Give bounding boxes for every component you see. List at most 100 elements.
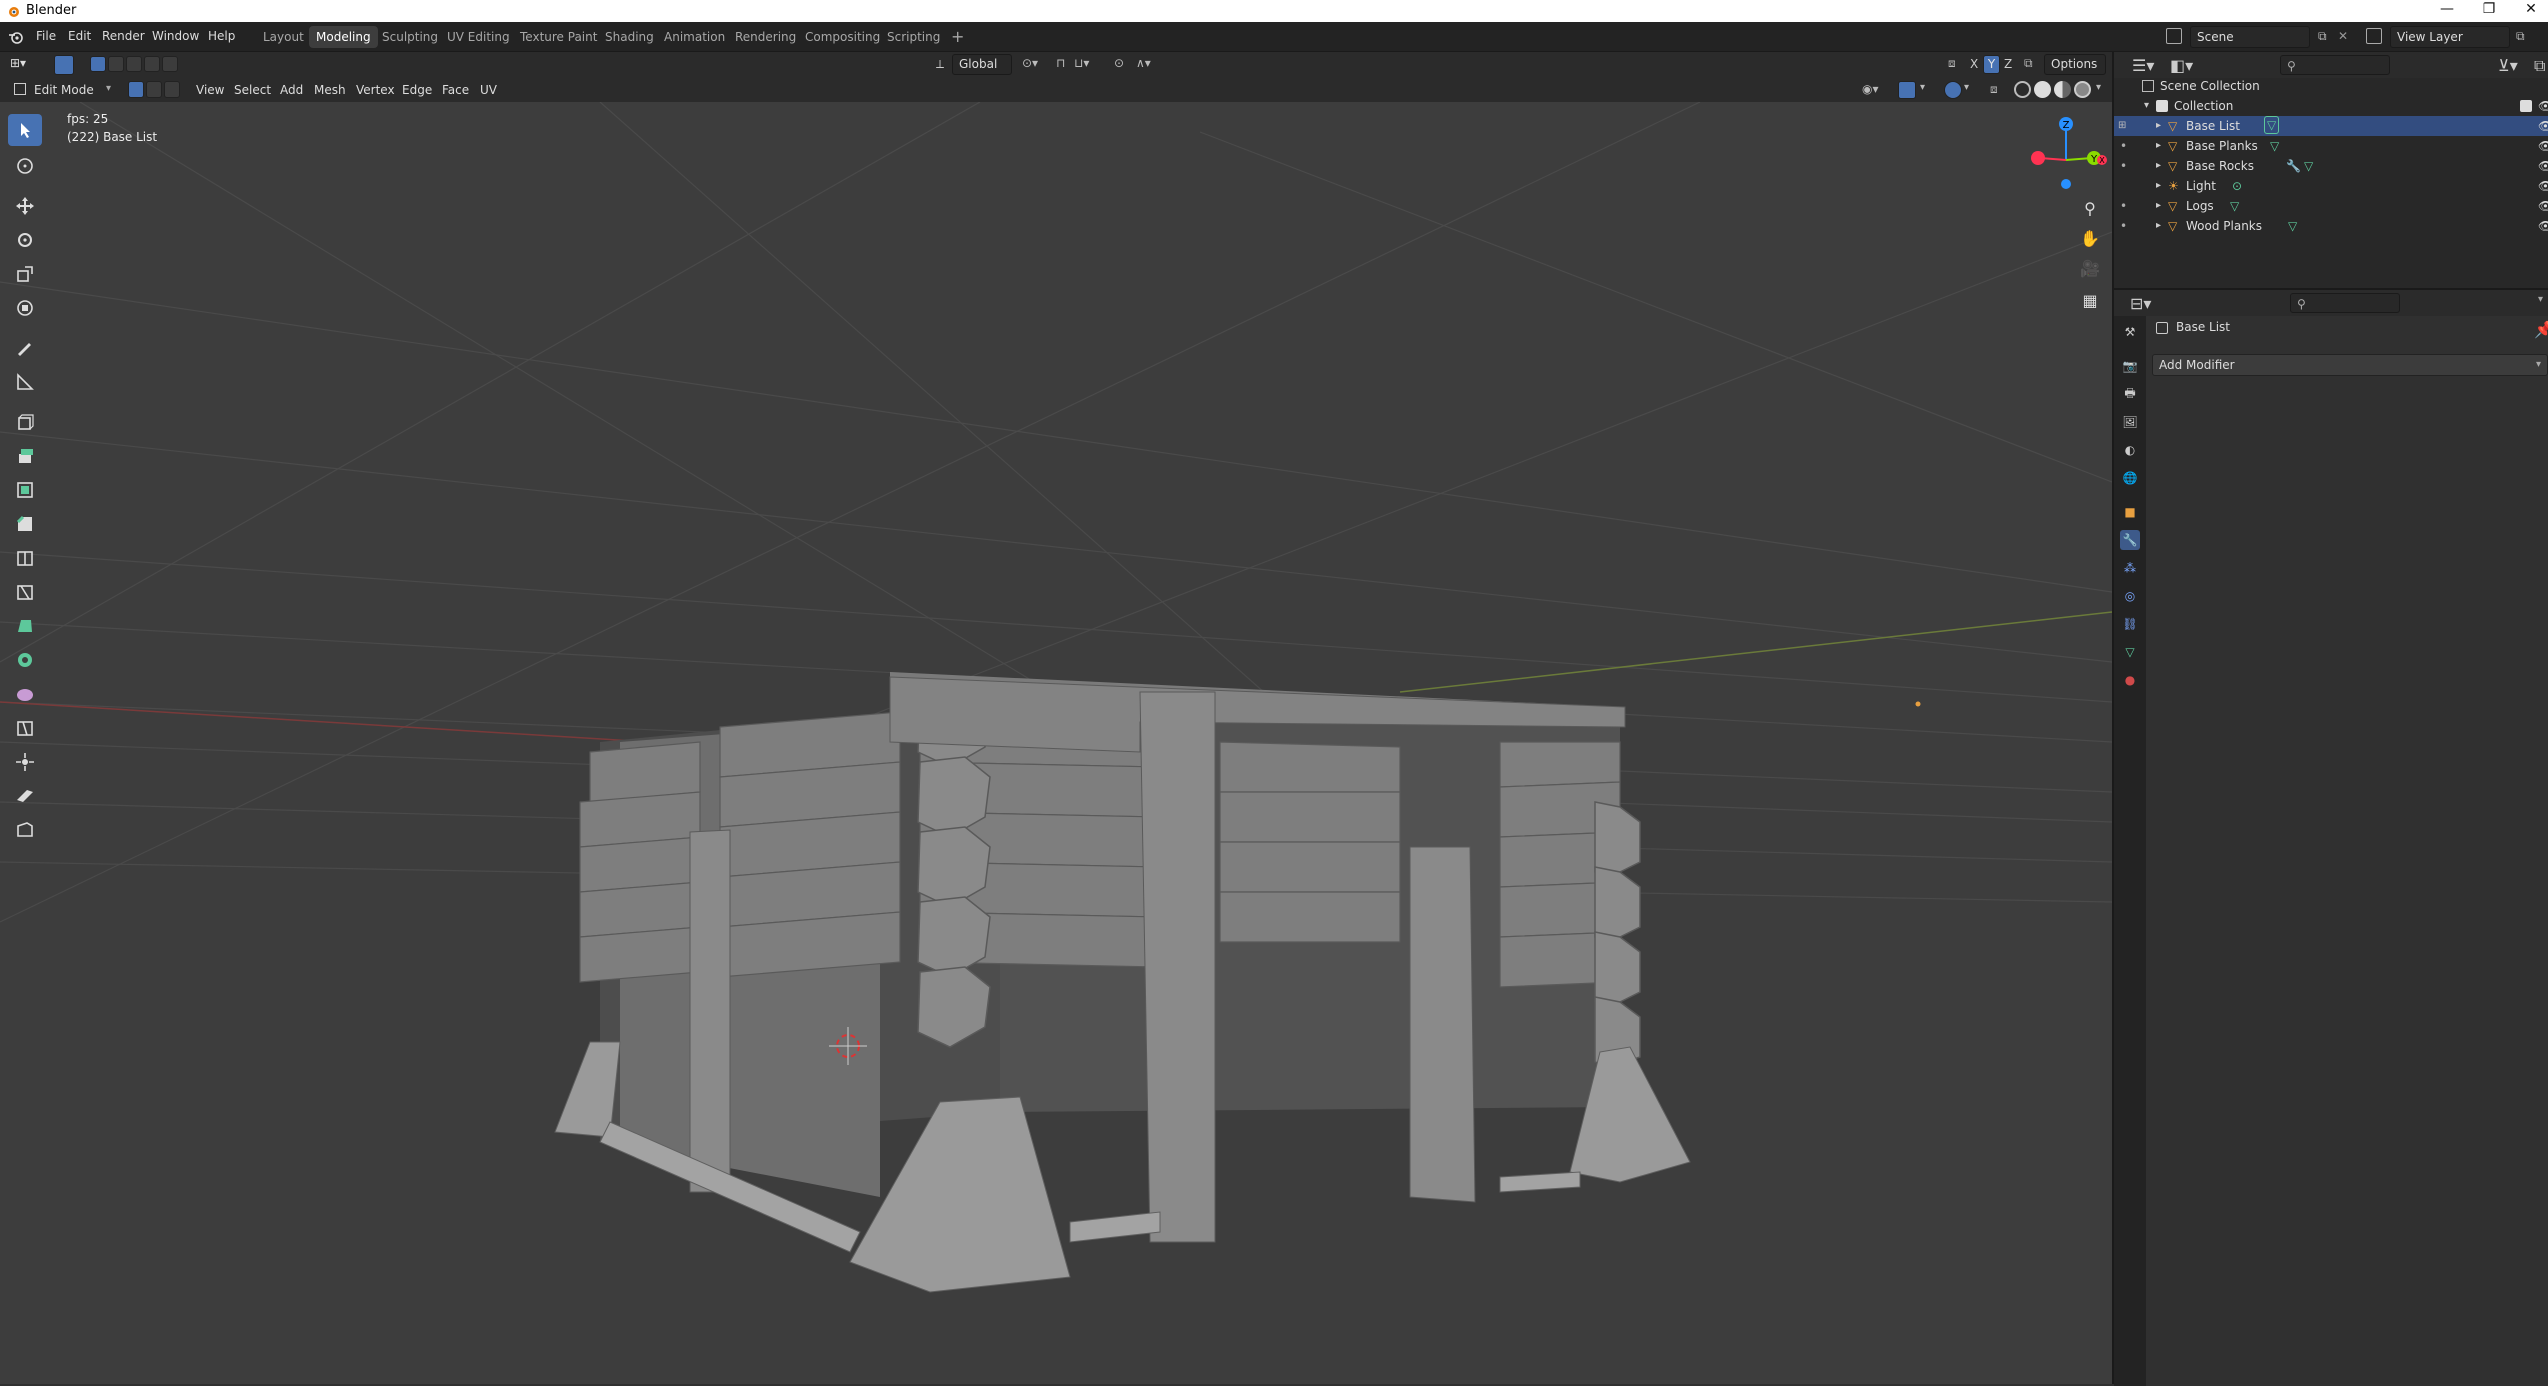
view-layer-field[interactable]: View Layer <box>2390 26 2510 48</box>
outliner-item-base-rocks[interactable]: • ▸ ▽ Base Rocks 🔧 ▽ 👁 <box>2114 156 2548 176</box>
editor-type-icon[interactable]: ⊞▾ <box>10 56 26 70</box>
blender-menu-icon[interactable] <box>8 29 24 45</box>
tool-cursor[interactable] <box>8 150 42 182</box>
tool-add-cube[interactable] <box>8 406 42 438</box>
view-layer-icon[interactable] <box>2366 28 2382 44</box>
menu-file[interactable]: File <box>36 29 56 43</box>
scene-icon[interactable] <box>2166 28 2182 44</box>
tab-animation[interactable]: Animation <box>657 26 732 48</box>
axis-z-toggle[interactable]: Z <box>2004 57 2012 71</box>
camera-view-icon[interactable]: 🎥 <box>2076 254 2104 282</box>
tab-uv-editing[interactable]: UV Editing <box>440 26 517 48</box>
outliner-item-logs[interactable]: • ▸ ▽ Logs ▽ 👁 <box>2114 196 2548 216</box>
filter-icon[interactable]: ⊻▾ <box>2498 56 2518 75</box>
collection-row[interactable]: ▾ Collection 👁 <box>2114 96 2548 116</box>
tool-measure[interactable] <box>8 366 42 398</box>
delete-scene-icon[interactable]: ✕ <box>2338 29 2348 43</box>
mode-chevron-down-icon[interactable]: ▾ <box>106 83 111 94</box>
mode-dropdown[interactable]: Edit Mode <box>34 83 94 97</box>
tab-shading[interactable]: Shading <box>598 26 661 48</box>
solid-shading-icon[interactable] <box>2034 81 2051 98</box>
menu-vertex[interactable]: Vertex <box>356 83 395 97</box>
navigation-gizmo[interactable]: Z Y X <box>2028 112 2108 192</box>
shading-dropdown-icon[interactable]: ▾ <box>2096 82 2101 93</box>
minimize-button[interactable]: — <box>2432 1 2462 21</box>
xray-icon[interactable]: ⧈ <box>1990 82 1998 97</box>
add-modifier-button[interactable]: Add Modifier ▾ <box>2152 354 2548 376</box>
axis-x-toggle[interactable]: X <box>1970 57 1978 71</box>
particles-icon[interactable]: ⁂ <box>2120 558 2140 578</box>
collection-expand-icon[interactable]: ▾ <box>2144 96 2149 116</box>
select-box-tool-icon[interactable] <box>54 55 74 75</box>
select-mode-new-icon[interactable] <box>90 56 106 72</box>
new-collection-icon[interactable]: ⧉ <box>2534 56 2545 76</box>
display-mode-icon[interactable]: ◧▾ <box>2170 56 2193 75</box>
vertex-select-icon[interactable] <box>128 81 144 98</box>
gizmo-dropdown-icon[interactable]: ▾ <box>1920 82 1925 93</box>
mesh-data-icon[interactable]: ▽ <box>2264 116 2280 134</box>
constraints-icon[interactable]: ⛓ <box>2120 614 2140 634</box>
tool-spin[interactable] <box>8 644 42 676</box>
orientation-dropdown[interactable]: Global <box>952 54 1012 75</box>
select-mode-invert-icon[interactable] <box>144 56 160 72</box>
menu-face[interactable]: Face <box>442 83 469 97</box>
face-select-icon[interactable] <box>164 81 180 98</box>
auto-merge-icon[interactable]: ⧉ <box>2024 56 2033 71</box>
tool-knife[interactable] <box>8 576 42 608</box>
mesh-data-icon[interactable]: ▽ <box>2288 216 2297 236</box>
properties-options-icon[interactable]: ▾ <box>2538 294 2543 305</box>
mirror-icon[interactable]: ⧈ <box>1948 56 1956 71</box>
visibility-eye-icon[interactable]: 👁 <box>2538 116 2548 136</box>
tab-layout[interactable]: Layout <box>256 26 311 48</box>
expand-icon[interactable]: ▸ <box>2156 116 2161 136</box>
visibility-eye-icon[interactable]: 👁 <box>2538 216 2548 236</box>
zoom-icon[interactable]: ⚲ <box>2076 194 2104 222</box>
axis-y-toggle[interactable]: Y <box>1983 55 2000 74</box>
expand-icon[interactable]: ▸ <box>2156 176 2161 196</box>
menu-window[interactable]: Window <box>152 29 199 43</box>
tool-scale[interactable] <box>8 258 42 290</box>
menu-render[interactable]: Render <box>102 29 145 43</box>
tab-scripting[interactable]: Scripting <box>880 26 947 48</box>
pin-icon[interactable]: 📌 <box>2534 320 2548 339</box>
material-preview-icon[interactable] <box>2054 81 2071 98</box>
modifier-icon[interactable]: 🔧 <box>2120 530 2140 550</box>
outliner-search-input[interactable]: ⚲ <box>2280 55 2390 75</box>
menu-uv[interactable]: UV <box>480 83 497 97</box>
perspective-toggle-icon[interactable]: ▦ <box>2076 286 2104 314</box>
tool-extrude[interactable] <box>8 440 42 472</box>
tab-texture-paint[interactable]: Texture Paint <box>513 26 604 48</box>
world-icon[interactable]: 🌐 <box>2120 468 2140 488</box>
tool-smooth[interactable] <box>8 678 42 710</box>
properties-search-input[interactable]: ⚲ <box>2290 293 2400 313</box>
pivot-point-icon[interactable]: ⊙▾ <box>1022 56 1038 70</box>
tool-edge-slide[interactable] <box>8 712 42 744</box>
tool-rip-region[interactable] <box>8 814 42 846</box>
outliner-item-base-list[interactable]: ⊞ ▸ ▽ Base List ▽ 👁 <box>2114 116 2548 136</box>
tool-select-box[interactable] <box>8 114 42 146</box>
tool-loop-cut[interactable] <box>8 542 42 574</box>
tab-compositing[interactable]: Compositing <box>798 26 887 48</box>
menu-help[interactable]: Help <box>208 29 235 43</box>
tab-sculpting[interactable]: Sculpting <box>375 26 445 48</box>
falloff-icon[interactable]: ∧▾ <box>1136 56 1151 70</box>
visibility-eye-icon[interactable]: 👁 <box>2538 136 2548 156</box>
tool-icon[interactable]: ⚒ <box>2120 322 2140 342</box>
scene-collection-row[interactable]: Scene Collection <box>2114 76 2548 96</box>
properties-editor-type-icon[interactable]: ⊟▾ <box>2130 294 2151 313</box>
material-icon[interactable]: ● <box>2120 670 2140 690</box>
expand-icon[interactable]: ▸ <box>2156 156 2161 176</box>
collection-checkbox[interactable] <box>2520 100 2532 112</box>
visibility-icon[interactable]: ◉▾ <box>1862 82 1879 96</box>
viewport-scene[interactable] <box>0 102 2112 1384</box>
expand-icon[interactable]: ▸ <box>2156 196 2161 216</box>
snap-target-icon[interactable]: ⊔▾ <box>1074 56 1089 70</box>
output-icon[interactable]: 🖶 <box>2120 384 2140 404</box>
visibility-eye-icon[interactable]: 👁 <box>2538 156 2548 176</box>
tool-shrink-fatten[interactable] <box>8 746 42 778</box>
tab-modeling[interactable]: Modeling <box>309 26 378 48</box>
scene-field[interactable]: Scene <box>2190 26 2310 48</box>
add-workspace-button[interactable]: + <box>944 26 971 48</box>
outliner-item-base-planks[interactable]: • ▸ ▽ Base Planks ▽ 👁 <box>2114 136 2548 156</box>
new-scene-icon[interactable]: ⧉ <box>2318 29 2327 44</box>
